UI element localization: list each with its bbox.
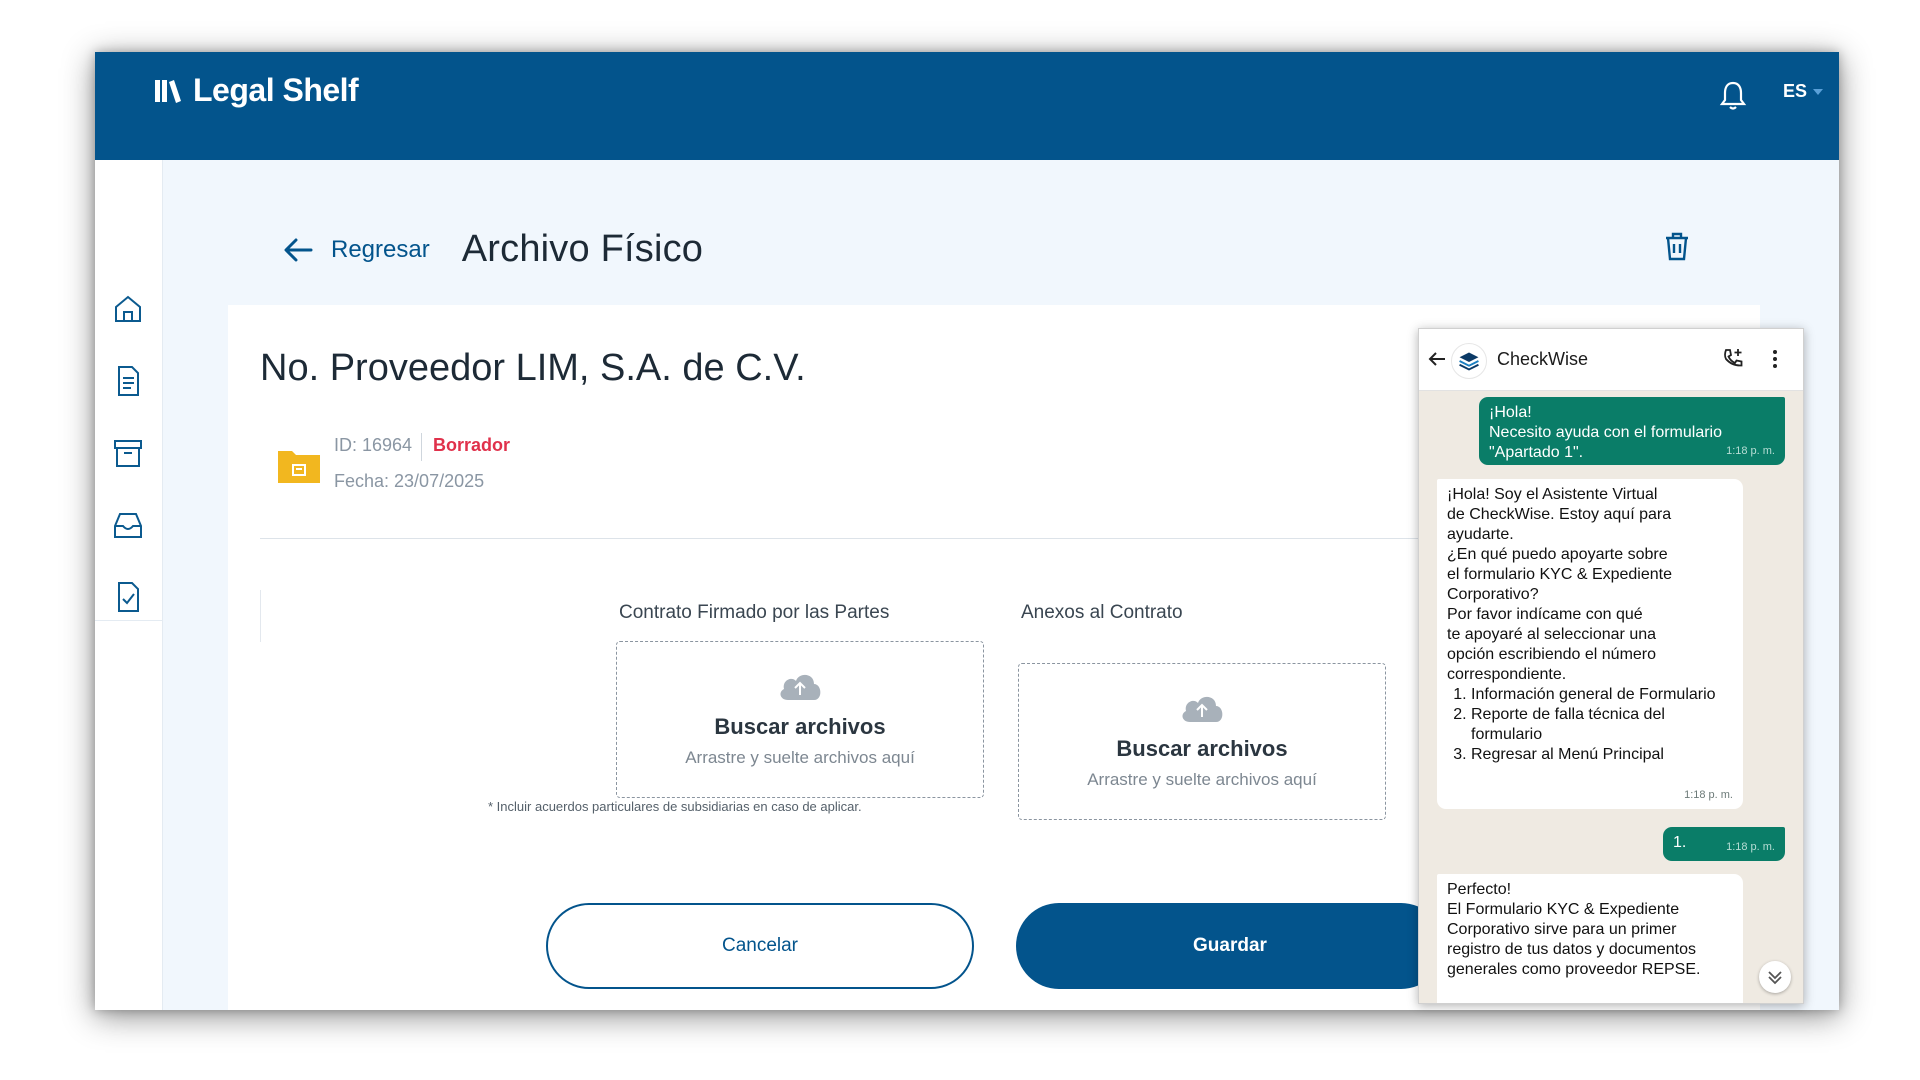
message-line: generales como proveedor REPSE. <box>1447 961 1701 978</box>
dropzone-annexes[interactable]: Buscar archivos Arrastre y suelte archiv… <box>1018 663 1386 820</box>
options-list: Información general de Formulario Report… <box>1471 685 1733 765</box>
save-button[interactable]: Guardar <box>1016 903 1444 989</box>
message-time: 1:18 p. m. <box>1726 445 1775 457</box>
cloud-upload-icon <box>780 674 821 700</box>
message-line: el formulario KYC & Expediente <box>1447 566 1672 583</box>
document-check-icon[interactable] <box>111 580 145 614</box>
left-vertical-line <box>260 590 261 642</box>
contact-avatar[interactable] <box>1451 343 1487 379</box>
dropzone-title: Buscar archivos <box>714 714 886 739</box>
document-icon[interactable] <box>111 364 145 398</box>
dropzone-title: Buscar archivos <box>1116 736 1288 761</box>
message-line: ¡Hola! <box>1489 404 1532 421</box>
more-vertical-icon[interactable] <box>1771 347 1779 371</box>
message-line: Necesito ayuda con el formulario <box>1489 424 1723 441</box>
top-bar: Legal Shelf ES <box>95 52 1839 160</box>
message-time: 1:18 p. m. <box>1726 841 1775 853</box>
record-id: ID: 16964 <box>334 435 413 455</box>
back-link[interactable]: Regresar <box>331 236 430 264</box>
dropzone-subtitle: Arrastre y suelte archivos aquí <box>685 748 915 767</box>
message-line: Corporativo? <box>1447 586 1539 603</box>
message-line: ¡Hola! Soy el Asistente Virtual <box>1447 486 1658 503</box>
dropzone-subtitle: Arrastre y suelte archivos aquí <box>1087 770 1317 789</box>
cancel-button[interactable]: Cancelar <box>546 903 974 989</box>
logo[interactable]: Legal Shelf <box>153 72 359 109</box>
app-name: Legal Shelf <box>193 72 359 108</box>
message-line: Corporativo sirve para un primer <box>1447 921 1677 938</box>
meta-separator <box>421 433 422 461</box>
footnote: * Incluir acuerdos particulares de subsi… <box>488 799 862 814</box>
language-selector[interactable]: ES <box>1783 81 1824 102</box>
scroll-down-icon[interactable] <box>1759 961 1791 993</box>
back-arrow-icon[interactable] <box>281 235 315 265</box>
page-title: Archivo Físico <box>461 228 704 270</box>
chat-window: CheckWise ¡Hola! Necesito ayuda con el f… <box>1418 328 1804 1004</box>
message-outgoing: ¡Hola! Necesito ayuda con el formulario … <box>1479 397 1785 465</box>
message-incoming: Perfecto! El Formulario KYC & Expediente… <box>1437 874 1743 1003</box>
chevron-down-icon <box>1813 88 1824 95</box>
add-call-icon[interactable] <box>1721 347 1745 371</box>
message-line: te apoyaré al seleccionar una <box>1447 626 1657 643</box>
message-line: ayudarte. <box>1447 526 1514 543</box>
home-icon[interactable] <box>111 292 145 326</box>
language-label: ES <box>1783 81 1808 101</box>
message-line: opción escribiendo el número <box>1447 646 1657 663</box>
supplier-title: No. Proveedor LIM, S.A. de C.V. <box>260 347 806 389</box>
notification-bell-icon[interactable] <box>1718 79 1748 111</box>
inbox-icon[interactable] <box>111 508 145 542</box>
dropzone-contract[interactable]: Buscar archivos Arrastre y suelte archiv… <box>616 641 984 798</box>
record-date: Fecha: 23/07/2025 <box>334 471 485 491</box>
message-line: registro de tus datos y documentos <box>1447 941 1697 958</box>
folder-icon <box>278 451 320 483</box>
status-badge: Borrador <box>433 435 511 455</box>
archive-box-icon[interactable] <box>111 436 145 470</box>
option-item: Reporte de falla técnica del formulario <box>1471 705 1733 745</box>
option-item: Regresar al Menú Principal <box>1471 745 1733 765</box>
message-line: El Formulario KYC & Expediente <box>1447 901 1680 918</box>
message-time: 1:18 p. m. <box>1684 789 1733 801</box>
chat-header: CheckWise <box>1419 329 1803 391</box>
sidebar-divider <box>95 620 163 621</box>
message-incoming: ¡Hola! Soy el Asistente Virtual de Check… <box>1437 479 1743 809</box>
upload-label-annexes: Anexos al Contrato <box>1021 602 1183 623</box>
back-arrow-icon[interactable] <box>1427 349 1447 369</box>
message-outgoing: 1. 1:18 p. m. <box>1663 827 1785 861</box>
option-item: Información general de Formulario <box>1471 685 1733 705</box>
sidebar <box>95 160 163 1010</box>
upload-label-contract: Contrato Firmado por las Partes <box>619 602 890 623</box>
books-logo-icon <box>155 79 181 103</box>
message-line: Por favor indícame con qué <box>1447 606 1643 623</box>
page-header: Regresar Archivo Físico <box>281 228 703 271</box>
message-line: de CheckWise. Estoy aquí para <box>1447 506 1672 523</box>
message-line: ¿En qué puedo apoyarte sobre <box>1447 546 1668 563</box>
cloud-upload-icon <box>1182 696 1223 722</box>
message-line: Perfecto! <box>1447 881 1512 898</box>
contact-name: CheckWise <box>1497 349 1589 369</box>
trash-icon[interactable] <box>1661 230 1693 262</box>
message-line: correspondiente. <box>1447 666 1567 683</box>
